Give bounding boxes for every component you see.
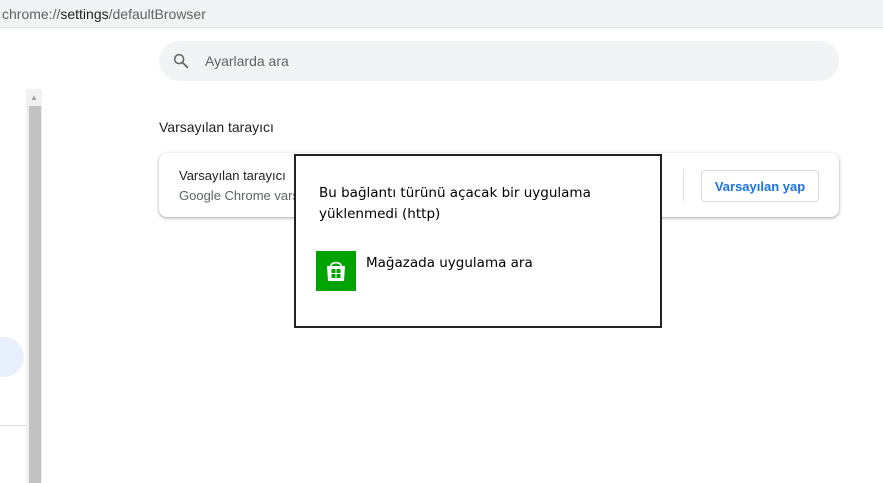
- default-browser-title: Varsayılan tarayıcı: [179, 168, 286, 183]
- store-bag-glyph-icon: [327, 261, 345, 281]
- url-host: settings: [60, 6, 109, 22]
- dialog-message: Bu bağlantı türünü açacak bir uygulama y…: [319, 185, 591, 222]
- default-browser-status: Google Chrome vars: [179, 188, 299, 203]
- sidebar-divider: [0, 425, 26, 426]
- address-url[interactable]: chrome://settings/defaultBrowser: [2, 6, 206, 22]
- store-link-label[interactable]: Mağazada uygulama ara: [366, 255, 533, 271]
- store-bag-icon[interactable]: [316, 251, 356, 291]
- chrome-window: chrome://settings/defaultBrowser ▲ Varsa…: [0, 0, 883, 483]
- search-input[interactable]: [205, 51, 805, 71]
- settings-sidebar: ▲: [0, 29, 45, 483]
- sidebar-item-selected[interactable]: [0, 337, 24, 377]
- search-icon: [173, 53, 189, 69]
- settings-search-box[interactable]: [159, 41, 839, 81]
- card-separator: [683, 169, 684, 201]
- store-search-link[interactable]: Mağazada uygulama ara: [316, 251, 636, 293]
- make-default-button[interactable]: Varsayılan yap: [701, 170, 819, 202]
- address-bar[interactable]: chrome://settings/defaultBrowser: [0, 0, 883, 28]
- sidebar-scrollbar-thumb[interactable]: [29, 106, 41, 483]
- url-scheme: chrome://: [2, 6, 61, 22]
- section-heading: Varsayılan tarayıcı: [159, 119, 274, 135]
- url-path: /defaultBrowser: [108, 6, 206, 22]
- scroll-up-arrow-icon[interactable]: ▲: [26, 89, 42, 105]
- no-app-dialog: Bu bağlantı türünü açacak bir uygulama y…: [294, 154, 662, 328]
